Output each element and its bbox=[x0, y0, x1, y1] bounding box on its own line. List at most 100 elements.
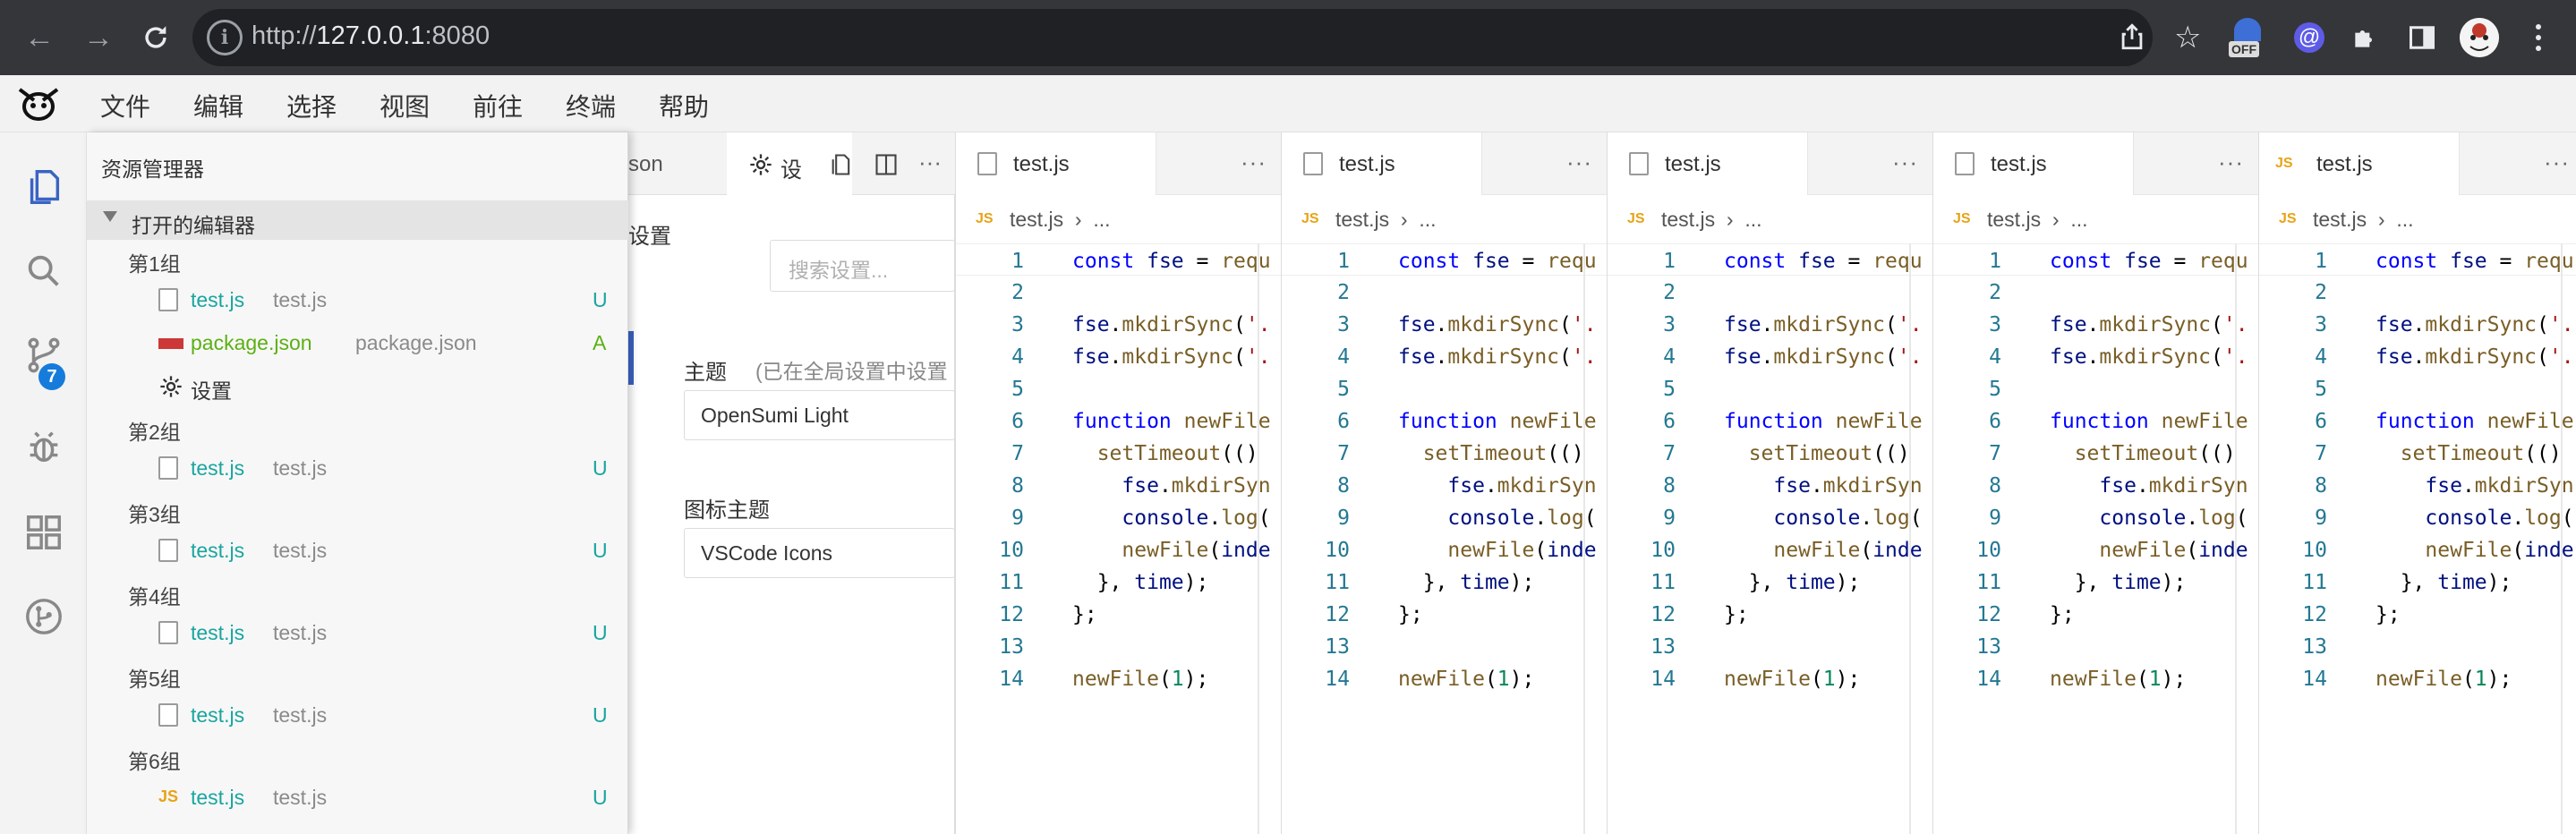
code-line[interactable]: 8 fse.mkdirSyn bbox=[1608, 469, 1932, 501]
menu-edit[interactable]: 编辑 bbox=[193, 88, 243, 123]
code-line[interactable]: 9 console.log( bbox=[1608, 501, 1932, 533]
more-actions-icon[interactable]: ··· bbox=[1892, 149, 1918, 176]
code-line[interactable]: 3 fse.mkdirSync('. bbox=[1933, 308, 2258, 340]
code-line[interactable]: 13 bbox=[956, 630, 1281, 662]
more-actions-icon[interactable]: ··· bbox=[2544, 149, 2570, 176]
more-actions-icon[interactable]: ··· bbox=[1241, 149, 1267, 176]
code-line[interactable]: 14 newFile(1); bbox=[1282, 662, 1607, 694]
bookmark-star-icon[interactable]: ☆ bbox=[2174, 20, 2201, 55]
activity-debug[interactable] bbox=[0, 404, 87, 489]
code-line[interactable]: 5 bbox=[956, 372, 1281, 404]
code-line[interactable]: 10 newFile(inde bbox=[1933, 533, 2258, 566]
breadcrumb-text[interactable]: test.js › ... bbox=[1010, 208, 1110, 232]
breadcrumb-text[interactable]: test.js › ... bbox=[2313, 208, 2413, 232]
settings-search-input[interactable]: 搜索设置... bbox=[770, 240, 955, 292]
code-line[interactable]: 3 fse.mkdirSync('. bbox=[2259, 308, 2576, 340]
editor-tab[interactable]: test.js bbox=[1282, 132, 1482, 195]
address-bar[interactable]: i http://127.0.0.1:8080 ☆ bbox=[192, 9, 2201, 66]
activity-explorer[interactable] bbox=[0, 145, 87, 229]
code-line[interactable]: 1 const fse = requ bbox=[1282, 243, 1607, 276]
tab-json[interactable]: son bbox=[628, 132, 727, 195]
code-line[interactable]: 12}; bbox=[1608, 598, 1932, 630]
code-line[interactable]: 2 bbox=[1608, 276, 1932, 308]
code-line[interactable]: 10 newFile(inde bbox=[1608, 533, 1932, 566]
code-line[interactable]: 9 console.log( bbox=[1282, 501, 1607, 533]
forward-icon[interactable]: → bbox=[77, 16, 120, 59]
menu-view[interactable]: 视图 bbox=[380, 88, 430, 123]
code-line[interactable]: 13 bbox=[1933, 630, 2258, 662]
code-line[interactable]: 8 fse.mkdirSyn bbox=[956, 469, 1281, 501]
code-editor[interactable]: 1 const fse = requ 2 3 fse.mkdirSync('. 4 fse.… bbox=[1282, 243, 1607, 834]
code-line[interactable]: 13 bbox=[1608, 630, 1932, 662]
code-line[interactable]: 7 setTimeout(() bbox=[1608, 437, 1932, 469]
code-line[interactable]: 5 bbox=[1282, 372, 1607, 404]
menu-help[interactable]: 帮助 bbox=[659, 88, 709, 123]
reload-icon[interactable] bbox=[134, 16, 177, 59]
code-line[interactable]: 3 fse.mkdirSync('. bbox=[956, 308, 1281, 340]
icon-theme-select[interactable]: VSCode Icons bbox=[684, 528, 955, 578]
code-line[interactable]: 12}; bbox=[2259, 598, 2576, 630]
activity-search[interactable] bbox=[0, 229, 87, 313]
open-editor-item[interactable]: test.js test.js U bbox=[87, 447, 628, 490]
code-line[interactable]: 13 bbox=[1282, 630, 1607, 662]
code-line[interactable]: 5 bbox=[1933, 372, 2258, 404]
editor-tab[interactable]: test.js bbox=[1933, 132, 2134, 195]
code-line[interactable]: 8 fse.mkdirSyn bbox=[2259, 469, 2576, 501]
code-line[interactable]: 9 console.log( bbox=[956, 501, 1281, 533]
code-line[interactable]: 12}; bbox=[1933, 598, 2258, 630]
code-line[interactable]: 10 newFile(inde bbox=[2259, 533, 2576, 566]
open-editors-header[interactable]: 打开的编辑器 bbox=[87, 200, 628, 240]
activity-extensions[interactable] bbox=[0, 490, 87, 574]
code-line[interactable]: 14 newFile(1); bbox=[2259, 662, 2576, 694]
code-line[interactable]: 13 bbox=[2259, 630, 2576, 662]
code-line[interactable]: 4 fse.mkdirSync('. bbox=[1608, 340, 1932, 372]
code-line[interactable]: 7 setTimeout(() bbox=[1933, 437, 2258, 469]
code-line[interactable]: 14 newFile(1); bbox=[956, 662, 1281, 694]
code-line[interactable]: 6 function newFile bbox=[1608, 404, 1932, 437]
extension-off-icon[interactable]: OFF bbox=[2227, 18, 2272, 61]
code-editor[interactable]: 1 const fse = requ 2 3 fse.mkdirSync('. 4 fse.… bbox=[956, 243, 1281, 834]
open-editor-item[interactable]: test.js test.js U bbox=[87, 612, 628, 655]
code-line[interactable]: 2 bbox=[1933, 276, 2258, 308]
code-line[interactable]: 14 newFile(1); bbox=[1608, 662, 1932, 694]
open-editor-item[interactable]: package.json package.json A bbox=[87, 322, 628, 365]
code-line[interactable]: 8 fse.mkdirSyn bbox=[1282, 469, 1607, 501]
open-editor-item[interactable]: test.js test.js U bbox=[87, 694, 628, 737]
code-line[interactable]: 6 function newFile bbox=[1282, 404, 1607, 437]
activity-git-graph[interactable] bbox=[0, 574, 87, 659]
share-icon[interactable] bbox=[2117, 21, 2147, 56]
profile-avatar[interactable] bbox=[2460, 18, 2499, 57]
code-line[interactable]: 3 fse.mkdirSync('. bbox=[1282, 308, 1607, 340]
code-line[interactable]: 1 const fse = requ bbox=[1933, 243, 2258, 276]
open-editor-item[interactable]: test.js test.js U bbox=[87, 279, 628, 322]
code-line[interactable]: 6 function newFile bbox=[2259, 404, 2576, 437]
back-icon[interactable]: ← bbox=[18, 16, 61, 59]
extensions-puzzle-icon[interactable] bbox=[2343, 16, 2386, 59]
code-line[interactable]: 7 setTimeout(() bbox=[2259, 437, 2576, 469]
code-line[interactable]: 4 fse.mkdirSync('. bbox=[2259, 340, 2576, 372]
code-line[interactable]: 5 bbox=[1608, 372, 1932, 404]
code-line[interactable]: 11 }, time); bbox=[1282, 566, 1607, 598]
code-line[interactable]: 14 newFile(1); bbox=[1933, 662, 2258, 694]
breadcrumb-text[interactable]: test.js › ... bbox=[1661, 208, 1761, 232]
more-actions-icon[interactable]: ··· bbox=[1566, 149, 1592, 176]
code-line[interactable]: 8 fse.mkdirSyn bbox=[1933, 469, 2258, 501]
browser-menu-icon[interactable] bbox=[2535, 21, 2542, 54]
open-settings-json-icon[interactable] bbox=[829, 152, 854, 182]
menu-selection[interactable]: 选择 bbox=[286, 88, 337, 123]
code-editor[interactable]: 1 const fse = requ 2 3 fse.mkdirSync('. 4 fse.… bbox=[1608, 243, 1932, 834]
code-editor[interactable]: 1 const fse = requ 2 3 fse.mkdirSync('. 4 fse.… bbox=[2259, 243, 2576, 834]
menu-terminal[interactable]: 终端 bbox=[566, 88, 616, 123]
code-line[interactable]: 11 }, time); bbox=[1608, 566, 1932, 598]
breadcrumb-text[interactable]: test.js › ... bbox=[1987, 208, 2087, 232]
code-line[interactable]: 10 newFile(inde bbox=[1282, 533, 1607, 566]
code-line[interactable]: 2 bbox=[2259, 276, 2576, 308]
code-line[interactable]: 1 const fse = requ bbox=[956, 243, 1281, 276]
code-line[interactable]: 9 console.log( bbox=[1933, 501, 2258, 533]
code-line[interactable]: 7 setTimeout(() bbox=[1282, 437, 1607, 469]
open-editor-item[interactable]: 设置 bbox=[87, 365, 628, 408]
code-line[interactable]: 5 bbox=[2259, 372, 2576, 404]
code-line[interactable]: 11 }, time); bbox=[2259, 566, 2576, 598]
breadcrumb-text[interactable]: test.js › ... bbox=[1335, 208, 1436, 232]
menu-file[interactable]: 文件 bbox=[100, 88, 150, 123]
